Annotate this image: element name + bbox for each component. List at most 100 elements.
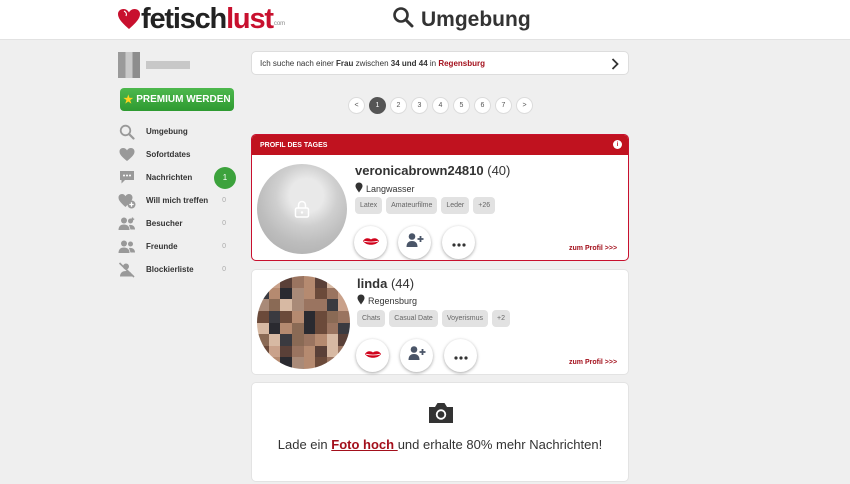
profile-photo[interactable] [257, 164, 347, 254]
sidebar-item-nachrichten[interactable]: Nachrichten 1 [118, 166, 236, 189]
add-user-icon [408, 345, 426, 366]
profile-tags: Chats Casual Date Voyerismus +2 [357, 310, 510, 327]
page-title: Umgebung [421, 7, 531, 31]
profile-actions [354, 226, 475, 259]
pagination-page-7[interactable]: 7 [495, 97, 512, 114]
pagination-page-2[interactable]: 2 [390, 97, 407, 114]
page-title-group: Umgebung [392, 6, 531, 33]
sidebar-item-label: Will mich treffen [146, 196, 209, 205]
sidebar-item-label: Sofortdates [146, 150, 191, 159]
site-logo[interactable]: fetischlust com [117, 4, 285, 34]
visitors-icon [118, 215, 136, 233]
location-label: Regensburg [368, 295, 418, 306]
lips-icon [362, 234, 380, 252]
profile-card[interactable]: linda (44) Regensburg Chats Casual Date … [251, 269, 629, 375]
premium-button[interactable]: ★ PREMIUM WERDEN [120, 88, 234, 111]
add-friend-button[interactable] [400, 339, 433, 372]
block-user-icon [118, 261, 136, 279]
profile-location: Langwasser [355, 182, 415, 195]
pagination: < 1 2 3 4 5 6 7 > [348, 97, 533, 114]
interest-tag[interactable]: Amateurfilme [386, 197, 438, 214]
interest-tag[interactable]: Voyerismus [441, 310, 489, 327]
search-icon [392, 6, 414, 33]
profile-tags: Latex Amateurfilme Leder +26 [355, 197, 496, 214]
item-count: 0 [222, 243, 226, 250]
profile-name[interactable]: linda (44) [357, 276, 414, 291]
heart-plus-icon [118, 192, 136, 210]
sidebar-item-blockierliste[interactable]: Blockierliste 0 [118, 258, 236, 281]
heart-icon [118, 146, 136, 164]
friends-icon [118, 238, 136, 256]
upload-message: Lade ein Foto hoch und erhalte 80% mehr … [277, 437, 603, 452]
lock-icon [294, 200, 310, 223]
profile-actions [356, 339, 477, 372]
sidebar-item-label: Umgebung [146, 127, 188, 136]
ellipsis-icon [453, 347, 468, 365]
to-profile-link[interactable]: zum Profil >>> [569, 359, 617, 366]
pagination-page-3[interactable]: 3 [411, 97, 428, 114]
pagination-page-1[interactable]: 1 [369, 97, 386, 114]
pagination-page-4[interactable]: 4 [432, 97, 449, 114]
lips-icon [364, 347, 382, 365]
avatar [118, 52, 140, 78]
add-user-icon [406, 232, 424, 253]
sidebar-item-freunde[interactable]: Freunde 0 [118, 235, 236, 258]
profile-photo[interactable] [257, 276, 350, 369]
pixelated-photo [257, 276, 350, 369]
search-criteria-text: Ich suche nach einer Frau zwischen 34 un… [260, 58, 485, 68]
unread-count-badge: 1 [214, 166, 236, 189]
location-label: Langwasser [366, 183, 415, 194]
photo-upload-prompt: Lade ein Foto hoch und erhalte 80% mehr … [251, 382, 629, 482]
sidebar-item-label: Nachrichten [146, 173, 193, 182]
item-count: 0 [222, 220, 226, 227]
top-header: fetischlust com Umgebung [0, 0, 850, 40]
featured-profile-card[interactable]: PROFIL DES TAGES i veronicabrown24810 (4… [251, 134, 629, 261]
sidebar-item-umgebung[interactable]: Umgebung [118, 120, 236, 143]
more-options-button[interactable] [442, 226, 475, 259]
item-count: 0 [222, 266, 226, 273]
username-blurred [146, 61, 190, 69]
sidebar-item-label: Besucher [146, 219, 183, 228]
interest-tag[interactable]: Chats [357, 310, 386, 327]
interest-tag[interactable]: Leder [441, 197, 470, 214]
heart-logo-icon [117, 8, 140, 30]
more-options-button[interactable] [444, 339, 477, 372]
interest-tag[interactable]: Casual Date [389, 310, 438, 327]
pagination-page-6[interactable]: 6 [474, 97, 491, 114]
profile-location: Regensburg [357, 294, 417, 307]
kiss-button[interactable] [356, 339, 389, 372]
current-user[interactable] [118, 52, 190, 78]
sidebar-item-label: Freunde [146, 242, 178, 251]
info-icon[interactable]: i [613, 140, 622, 149]
sidebar-item-besucher[interactable]: Besucher 0 [118, 212, 236, 235]
sidebar-nav: Umgebung Sofortdates Nachrichten 1 Will … [118, 120, 236, 281]
blurred-photo [257, 164, 347, 254]
sidebar-item-will-mich-treffen[interactable]: Will mich treffen 0 [118, 189, 236, 212]
to-profile-link[interactable]: zum Profil >>> [569, 245, 617, 252]
ellipsis-icon [451, 234, 466, 252]
add-friend-button[interactable] [398, 226, 431, 259]
featured-header-label: PROFIL DES TAGES [260, 141, 328, 149]
location-pin-icon [357, 294, 365, 307]
pagination-page-5[interactable]: 5 [453, 97, 470, 114]
logo-wordmark: fetischlust [141, 3, 274, 35]
kiss-button[interactable] [354, 226, 387, 259]
sidebar-item-label: Blockierliste [146, 265, 194, 274]
pagination-next[interactable]: > [516, 97, 533, 114]
photo-upload-link[interactable]: Foto hoch [331, 437, 397, 452]
location-pin-icon [355, 182, 363, 195]
more-tags[interactable]: +26 [473, 197, 496, 214]
camera-icon[interactable] [427, 401, 455, 430]
sidebar-item-sofortdates[interactable]: Sofortdates [118, 143, 236, 166]
item-count: 0 [222, 197, 226, 204]
interest-tag[interactable]: Latex [355, 197, 383, 214]
more-tags[interactable]: +2 [492, 310, 510, 327]
chat-icon [118, 169, 136, 187]
search-criteria-bar[interactable]: Ich suche nach einer Frau zwischen 34 un… [251, 51, 629, 75]
logo-suffix: com [273, 21, 286, 27]
profile-name[interactable]: veronicabrown24810 (40) [355, 163, 510, 178]
premium-label: PREMIUM WERDEN [136, 94, 231, 105]
star-icon: ★ [123, 94, 134, 106]
pagination-prev[interactable]: < [348, 97, 365, 114]
search-icon [118, 123, 136, 141]
